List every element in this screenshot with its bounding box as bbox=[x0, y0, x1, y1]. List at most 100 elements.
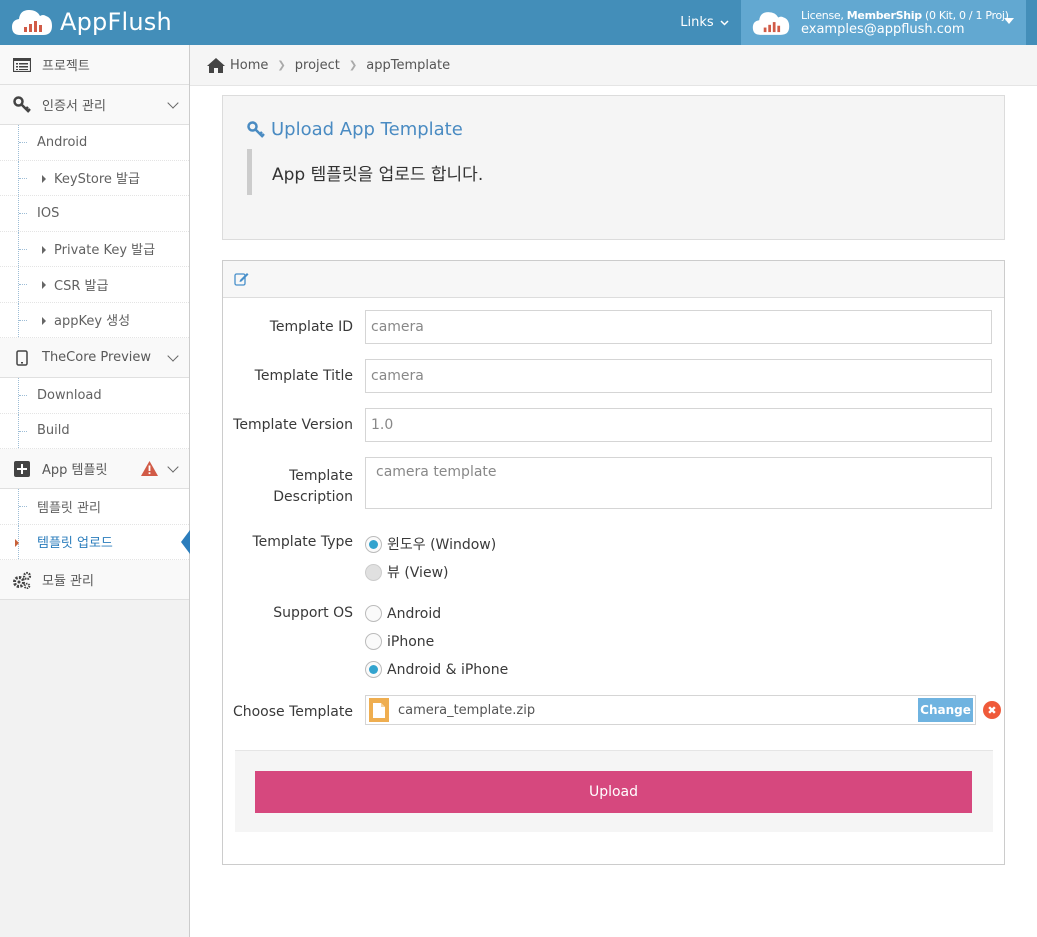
license-prefix: License, bbox=[801, 8, 847, 22]
page-description: App 템플릿을 업로드 합니다. bbox=[247, 149, 483, 195]
warning-icon bbox=[141, 461, 158, 480]
chevron-down-icon bbox=[167, 97, 179, 109]
sidebar-item-build[interactable]: Build bbox=[0, 413, 189, 449]
sidebar-item-module-manage[interactable]: 모듈 관리 bbox=[0, 560, 189, 600]
chevron-down-icon bbox=[167, 350, 179, 362]
sidebar-item-android[interactable]: Android bbox=[0, 125, 189, 161]
sidebar-item-project[interactable]: 프로젝트 bbox=[0, 45, 189, 85]
caret-right-icon bbox=[42, 316, 46, 325]
radio-label: iPhone bbox=[387, 633, 435, 650]
chevron-down-icon bbox=[720, 19, 729, 26]
sidebar-item-label: Download bbox=[37, 387, 102, 403]
template-version-input[interactable]: 1.0 bbox=[365, 408, 992, 442]
radio-checked bbox=[365, 535, 382, 553]
user-info: License, MemberShip (0 Kit, 0 / 1 Proj) … bbox=[801, 9, 1009, 37]
links-label: Links bbox=[680, 15, 714, 30]
file-input[interactable]: camera_template.zip Change bbox=[365, 695, 976, 725]
form-header bbox=[223, 261, 1004, 298]
sidebar-item-private-key[interactable]: Private Key 발급 bbox=[0, 231, 189, 267]
sidebar-item-label: 모듈 관리 bbox=[42, 574, 94, 589]
caret-right-icon bbox=[42, 174, 46, 183]
license-type: MemberShip bbox=[846, 8, 922, 22]
chevron-right-icon: ❯ bbox=[277, 59, 286, 71]
template-id-label: Template ID bbox=[269, 319, 353, 335]
sidebar-item-keystore[interactable]: KeyStore 발급 bbox=[0, 160, 189, 196]
sidebar-item-label: CSR 발급 bbox=[54, 278, 109, 294]
sidebar-item-label: Build bbox=[37, 423, 70, 439]
support-os-both-radio[interactable]: Android & iPhone bbox=[365, 661, 508, 678]
active-pointer bbox=[181, 529, 190, 554]
cogs-icon bbox=[12, 570, 32, 590]
user-cloud-avatar-icon bbox=[752, 11, 790, 35]
sidebar-item-cert[interactable]: 인증서 관리 bbox=[0, 85, 189, 125]
plus-square-icon bbox=[12, 459, 32, 479]
template-description-label-line1: Template bbox=[289, 468, 353, 484]
template-type-view-radio[interactable]: 뷰 (View) bbox=[365, 562, 448, 582]
user-email: examples@appflush.com bbox=[801, 21, 965, 37]
edit-icon bbox=[234, 273, 249, 286]
sidebar-item-label: KeyStore 발급 bbox=[54, 172, 140, 188]
upload-button[interactable]: Upload bbox=[255, 771, 972, 813]
chevron-down-icon bbox=[167, 461, 179, 473]
list-icon bbox=[12, 55, 32, 75]
sidebar-item-template-upload[interactable]: 템플릿 업로드 bbox=[0, 524, 190, 560]
template-description-textarea[interactable]: camera template bbox=[365, 457, 992, 509]
sidebar-item-label: Private Key 발급 bbox=[54, 243, 156, 259]
sidebar-item-label: 인증서 관리 bbox=[42, 99, 106, 114]
sidebar-item-label: Android bbox=[37, 134, 88, 150]
sidebar-item-app-template[interactable]: App 템플릿 bbox=[0, 449, 189, 489]
radio-label: Android & iPhone bbox=[387, 661, 509, 678]
sidebar-item-thecore[interactable]: TheCore Preview bbox=[0, 338, 189, 378]
radio-checked bbox=[365, 661, 382, 678]
license-detail: (0 Kit, 0 / 1 Proj) bbox=[921, 8, 1009, 22]
radio-unchecked bbox=[365, 605, 382, 622]
page-description-text: App 템플릿을 업로드 합니다. bbox=[272, 164, 484, 185]
sidebar-item-label: App 템플릿 bbox=[42, 463, 108, 478]
breadcrumb-project[interactable]: project bbox=[295, 58, 340, 73]
caret-right-icon bbox=[15, 538, 19, 547]
breadcrumb-current: appTemplate bbox=[366, 57, 451, 73]
template-description-label-line2: Description bbox=[273, 489, 353, 505]
caret-right-icon bbox=[42, 245, 46, 254]
support-os-iphone-radio[interactable]: iPhone bbox=[365, 633, 434, 650]
template-type-label: Template Type bbox=[252, 534, 354, 550]
file-name: camera_template.zip bbox=[398, 702, 536, 718]
sidebar-item-ios[interactable]: IOS bbox=[0, 196, 189, 232]
radio-label: 뷰 (View) bbox=[387, 565, 449, 581]
radio-unchecked bbox=[365, 633, 382, 650]
links-menu[interactable]: Links bbox=[668, 0, 741, 45]
brand-logo[interactable]: AppFlush bbox=[10, 4, 172, 40]
caret-down-icon bbox=[1004, 18, 1014, 24]
top-navbar: AppFlush Links License, MemberShip (0 Ki… bbox=[0, 0, 1037, 45]
key-icon bbox=[247, 120, 265, 138]
sidebar-item-download[interactable]: Download bbox=[0, 378, 189, 414]
radio-disabled bbox=[365, 563, 382, 581]
form-actions: Upload bbox=[235, 750, 993, 832]
page-header: Upload App Template App 템플릿을 업로드 합니다. bbox=[222, 95, 1005, 240]
template-id-input[interactable]: camera bbox=[365, 310, 992, 344]
support-os-label: Support OS bbox=[273, 605, 353, 621]
brand-name: AppFlush bbox=[60, 8, 172, 36]
sidebar-item-label: TheCore Preview bbox=[42, 350, 152, 365]
page-title: Upload App Template bbox=[247, 119, 463, 140]
breadcrumb-home-label: Home bbox=[230, 57, 269, 73]
sidebar-item-csr[interactable]: CSR 발급 bbox=[0, 267, 189, 303]
sidebar-item-template-manage[interactable]: 템플릿 관리 bbox=[0, 489, 189, 525]
sidebar-item-label: IOS bbox=[37, 205, 60, 221]
template-type-window-radio[interactable]: 윈도우 (Window) bbox=[365, 534, 496, 554]
caret-right-icon bbox=[42, 281, 46, 289]
chevron-right-icon: ❯ bbox=[348, 59, 358, 71]
change-file-button[interactable]: Change bbox=[918, 698, 973, 722]
license-text: License, MemberShip (0 Kit, 0 / 1 Proj) bbox=[801, 9, 1009, 23]
key-icon bbox=[12, 95, 32, 115]
sidebar-item-appkey[interactable]: appKey 생성 bbox=[0, 302, 189, 338]
support-os-android-radio[interactable]: Android bbox=[365, 605, 441, 622]
file-icon bbox=[369, 698, 389, 722]
radio-label: 윈도우 (Window) bbox=[387, 537, 497, 553]
cloud-logo-icon bbox=[12, 10, 52, 35]
remove-file-icon[interactable]: ✖ bbox=[983, 701, 1001, 719]
user-menu[interactable]: License, MemberShip (0 Kit, 0 / 1 Proj) … bbox=[741, 0, 1026, 45]
template-title-input[interactable]: camera bbox=[365, 359, 992, 393]
template-title-label: Template Title bbox=[254, 368, 353, 384]
breadcrumb-home[interactable]: Home bbox=[207, 57, 269, 73]
